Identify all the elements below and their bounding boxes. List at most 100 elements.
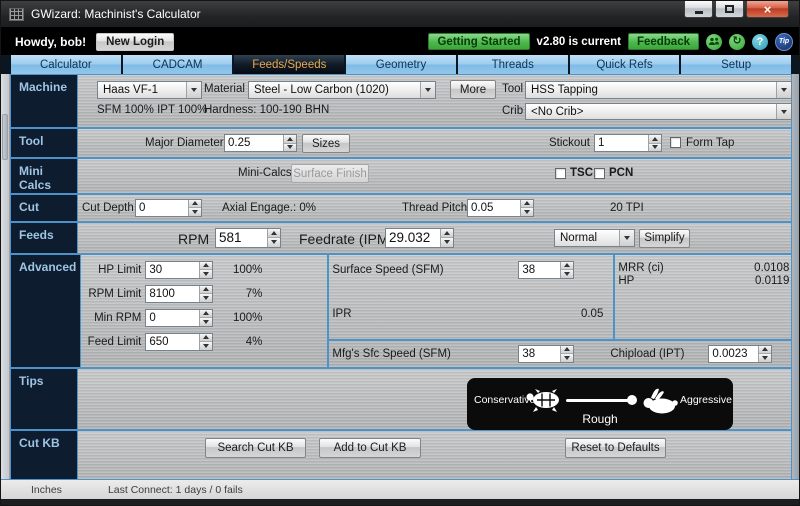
refresh-icon[interactable]: ↻ [729,33,745,50]
tip-icon[interactable]: Tip [775,32,793,51]
chevron-down-icon[interactable] [776,82,791,98]
spinner-up-icon[interactable] [189,199,201,208]
scrollbar-thumb[interactable] [2,114,8,160]
spinner-up-icon[interactable] [759,345,772,354]
spinner-up-icon[interactable] [268,228,280,238]
spinner-down-icon[interactable] [200,293,213,302]
tab-threads[interactable]: Threads [457,55,568,74]
stickout-input[interactable] [595,135,648,151]
chipload-stepper[interactable] [708,344,773,363]
add-to-cut-kb-button[interactable]: Add to Cut KB [319,437,421,458]
stickout-stepper[interactable] [594,134,662,152]
tool-select[interactable]: HSS Tapping [525,81,792,99]
chevron-down-icon[interactable] [186,82,201,98]
spinner-down-icon[interactable] [561,353,574,362]
feedrate-input[interactable] [386,228,440,247]
divider [327,254,330,369]
spinner-down-icon[interactable] [759,353,772,362]
spinner-down-icon[interactable] [441,237,453,247]
chipload-input[interactable] [709,345,759,362]
spinner-up-icon[interactable] [561,345,574,354]
feed-limit-input[interactable] [146,333,200,350]
material-select[interactable]: Steel - Low Carbon (1020) [248,81,436,99]
mini-calcs-section: Mini Calcs Mini-Calcs Surface Finish TSC… [11,157,791,193]
tab-feeds-speeds[interactable]: Feeds/Speeds [234,55,345,74]
slider-track[interactable] [566,398,632,402]
sizes-button[interactable]: Sizes [302,134,350,153]
help-glyph: ? [756,35,764,48]
users-icon[interactable] [706,33,722,50]
minimize-button[interactable] [684,1,713,18]
spinner-up-icon[interactable] [284,135,296,143]
rpm-input[interactable] [216,228,267,247]
tab-calculator[interactable]: Calculator [11,55,121,74]
form-tap-checkbox[interactable] [670,137,681,148]
tab-setup[interactable]: Setup [681,55,792,74]
feedrate-stepper[interactable] [385,227,454,248]
close-button[interactable]: × [746,1,789,18]
new-login-button[interactable]: New Login [96,32,175,51]
spinner-up-icon[interactable] [200,285,213,294]
major-diameter-stepper[interactable] [224,134,297,152]
more-button[interactable]: More [450,80,496,99]
spinner-down-icon[interactable] [561,269,574,278]
getting-started-button[interactable]: Getting Started [428,33,530,50]
rpm-limit-input[interactable] [146,285,200,302]
spinner-up-icon[interactable] [200,261,213,270]
spinner-up-icon[interactable] [200,309,213,318]
slider-handle[interactable] [627,394,637,405]
major-diameter-input[interactable] [225,135,283,151]
mfg-sfc-speed-stepper[interactable] [518,344,575,363]
spinner-down-icon[interactable] [200,269,213,278]
tab-quick-refs[interactable]: Quick Refs [569,55,680,74]
pcn-checkbox[interactable] [594,168,605,179]
spinner-down-icon[interactable] [189,207,201,216]
min-rpm-stepper[interactable] [145,308,214,327]
left-scrollbar[interactable] [1,74,10,479]
machine-select[interactable]: Haas VF-1 [97,81,202,99]
maximize-icon [725,5,734,13]
rpm-stepper[interactable] [215,227,281,248]
chevron-down-icon[interactable] [776,104,791,119]
surface-finish-button[interactable]: Surface Finish [291,164,369,183]
spinner-down-icon[interactable] [649,142,661,151]
spinner-down-icon[interactable] [200,317,213,326]
hp-limit-input[interactable] [146,261,200,278]
spinner-up-icon[interactable] [521,199,533,208]
simplify-button[interactable]: Simplify [639,228,690,248]
mfg-sfc-speed-input[interactable] [519,345,561,362]
spinner-down-icon[interactable] [521,207,533,216]
surface-speed-input[interactable] [519,261,561,278]
cut-depth-stepper[interactable] [135,198,202,217]
spinner-up-icon[interactable] [561,261,574,270]
crib-select[interactable]: <No Crib> [525,103,792,120]
tab-geometry[interactable]: Geometry [346,55,456,74]
spinner-down-icon[interactable] [284,142,296,151]
surface-speed-stepper[interactable] [518,260,575,279]
min-rpm-input[interactable] [146,309,200,326]
spinner-up-icon[interactable] [441,228,453,238]
cut-depth-input[interactable] [136,199,188,216]
tab-cadcam[interactable]: CADCAM [122,55,233,74]
ipr-value: 0.05 [580,307,604,320]
spinner-down-icon[interactable] [268,237,280,247]
rpm-limit-stepper[interactable] [145,284,214,303]
thread-pitch-stepper[interactable] [467,198,534,217]
mfg-sfc-speed-label: Mfg's Sfc Speed (SFM) [332,347,451,360]
search-cut-kb-button[interactable]: Search Cut KB [205,437,306,458]
hp-limit-stepper[interactable] [145,260,214,279]
feedback-button[interactable]: Feedback [627,33,699,50]
help-icon[interactable]: ? [752,33,768,50]
mode-select[interactable]: Normal [554,228,635,247]
chevron-down-icon[interactable] [619,229,634,246]
hardness-text: Hardness: 100-190 BHN [204,104,330,116]
spinner-up-icon[interactable] [649,135,661,143]
reset-to-defaults-button[interactable]: Reset to Defaults [565,437,666,458]
spinner-down-icon[interactable] [200,341,213,350]
tsc-checkbox[interactable] [555,168,566,179]
feed-limit-stepper[interactable] [145,332,214,351]
spinner-up-icon[interactable] [200,333,213,342]
chevron-down-icon[interactable] [420,82,435,98]
maximize-button[interactable] [715,1,744,18]
thread-pitch-input[interactable] [468,199,520,216]
